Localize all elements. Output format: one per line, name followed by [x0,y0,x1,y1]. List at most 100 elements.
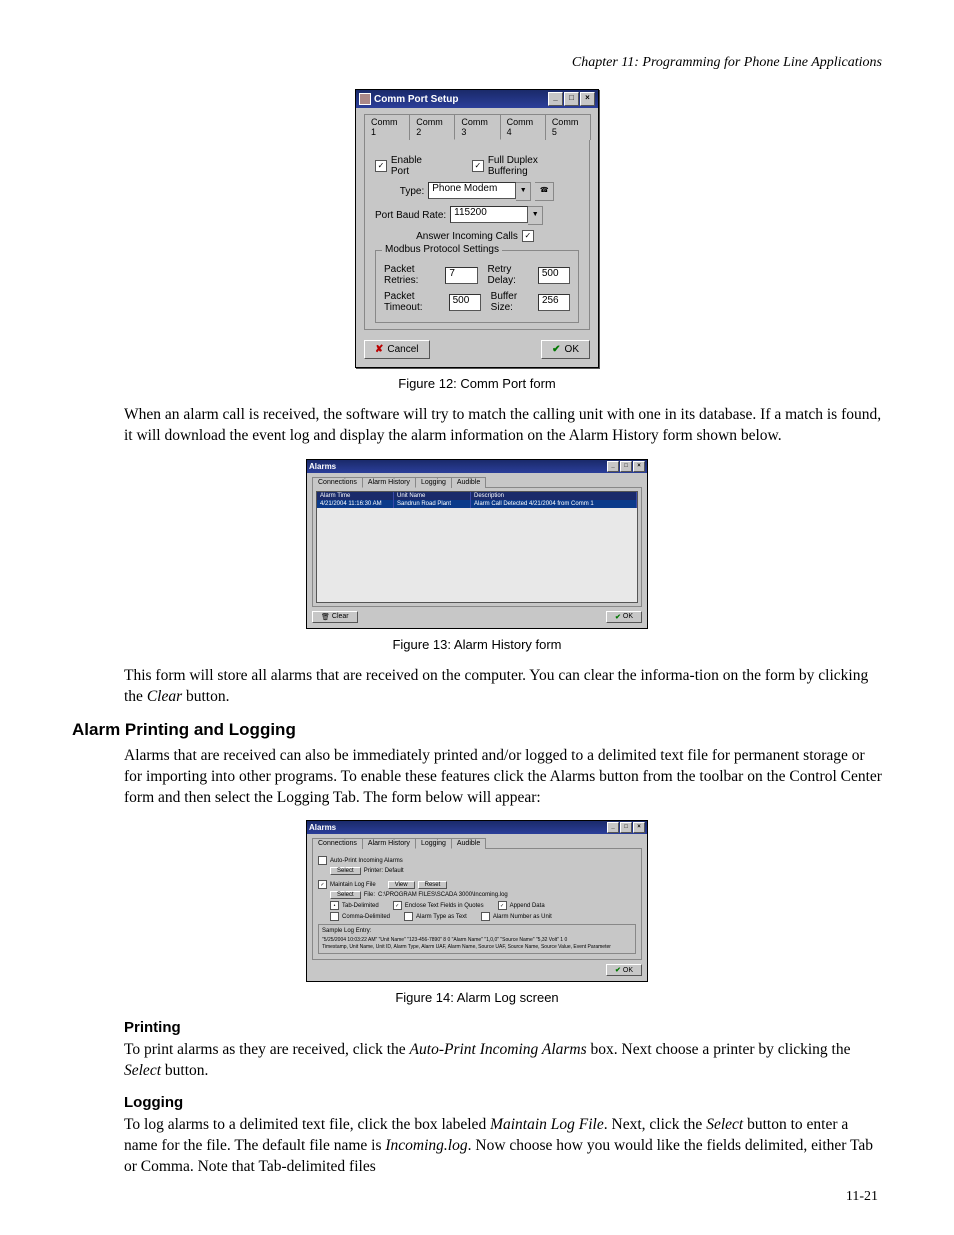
comm-tabs: Comm 1 Comm 2 Comm 3 Comm 4 Comm 5 [364,114,590,140]
alarm-history-grid[interactable]: Alarm Time Unit Name Description 4/21/20… [316,491,638,603]
baud-select[interactable]: 115200 [450,206,528,223]
paragraph-2: This form will store all alarms that are… [124,666,882,708]
enable-port-label: Enable Port [391,155,442,177]
clear-button[interactable]: 🗑Clear [312,611,358,623]
table-row[interactable]: 4/21/2004 11:16:30 AM Sandrun Road Plant… [317,500,637,508]
col-unit-name: Unit Name [394,492,471,500]
dialog-titlebar: Comm Port Setup _ □ × [356,90,598,108]
reset-button[interactable]: Reset [418,881,448,889]
tab-connections[interactable]: Connections [312,838,363,849]
file-label: File: [364,892,375,898]
buffer-size-label: Buffer Size: [491,291,535,313]
select-file-button[interactable]: Select [330,891,361,899]
maintain-log-checkbox[interactable]: ✓ [318,880,327,889]
figure-14-caption: Figure 14: Alarm Log screen [72,990,882,1005]
tab-comm3[interactable]: Comm 3 [454,114,500,140]
tab-logging[interactable]: Logging [415,477,452,488]
close-icon[interactable]: × [580,92,595,106]
alarm-history-dialog: Alarms _ □ × Connections Alarm History L… [306,459,648,629]
answer-calls-checkbox[interactable]: ✓ [522,230,534,242]
retry-delay-label: Retry Delay: [488,264,535,286]
alarm-logging-dialog: Alarms _ □ × Connections Alarm History L… [306,820,648,982]
figure-13-caption: Figure 13: Alarm History form [72,637,882,652]
paragraph-4: To print alarms as they are received, cl… [124,1040,882,1082]
tab-logging[interactable]: Logging [415,838,452,849]
app-icon [359,93,371,105]
view-button[interactable]: View [388,881,415,889]
tab-comm2[interactable]: Comm 2 [409,114,455,140]
comma-delimited-radio[interactable] [330,912,339,921]
alarm-type-text-label: Alarm Type as Text [416,914,467,920]
heading-logging: Logging [124,1094,882,1111]
enclose-quotes-checkbox[interactable]: ✓ [393,901,402,910]
sample-line-2: Timestamp, Unit Name, Unit ID, Alarm Typ… [322,944,632,951]
modbus-group: Modbus Protocol Settings Packet Retries:… [375,250,579,323]
modem-config-icon[interactable]: ☎ [535,182,554,201]
maximize-icon[interactable]: □ [564,92,579,106]
alarm-type-text-checkbox[interactable] [404,912,413,921]
enclose-label: Enclose Text Fields in Quotes [405,903,484,909]
ok-label: OK [565,344,579,355]
type-select[interactable]: Phone Modem [428,182,516,199]
close-icon[interactable]: × [633,461,645,472]
modbus-group-title: Modbus Protocol Settings [382,244,502,255]
packet-timeout-label: Packet Timeout: [384,291,446,313]
chevron-down-icon[interactable]: ▼ [516,182,531,201]
comma-delimited-label: Comma-Delimited [342,914,390,920]
ok-label: OK [623,967,633,974]
tab-connections[interactable]: Connections [312,477,363,488]
append-label: Append Data [510,903,545,909]
cell-desc: Alarm Call Detected 4/21/2004 from Comm … [471,500,637,508]
ok-button[interactable]: ✔OK [541,340,590,359]
tab-comm5[interactable]: Comm 5 [545,114,591,140]
alarm-num-unit-checkbox[interactable] [481,912,490,921]
maintain-log-label: Maintain Log File [330,882,376,888]
paragraph-5: To log alarms to a delimited text file, … [124,1115,882,1178]
figure-12-caption: Figure 12: Comm Port form [72,376,882,391]
page-number: 11-21 [846,1189,878,1205]
x-icon: ✘ [375,344,383,355]
tab-comm4[interactable]: Comm 4 [500,114,546,140]
auto-print-checkbox[interactable] [318,856,327,865]
ok-button[interactable]: ✔OK [606,964,642,976]
packet-retries-input[interactable]: 7 [445,267,477,284]
minimize-icon[interactable]: _ [607,822,619,833]
enable-port-checkbox[interactable]: ✓ [375,160,387,172]
printer-label: Printer: Default [364,868,404,874]
alarm-logging-title: Alarms [309,823,336,832]
cell-time: 4/21/2004 11:16:30 AM [317,500,394,508]
ok-button[interactable]: ✔OK [606,611,642,623]
minimize-icon[interactable]: _ [607,461,619,472]
full-duplex-label: Full Duplex Buffering [488,155,579,177]
ok-label: OK [623,613,633,620]
maximize-icon[interactable]: □ [620,822,632,833]
paragraph-3: Alarms that are received can also be imm… [124,746,882,809]
tab-alarm-history[interactable]: Alarm History [362,477,416,488]
select-printer-button[interactable]: Select [330,867,361,875]
maximize-icon[interactable]: □ [620,461,632,472]
retry-delay-input[interactable]: 500 [538,267,570,284]
answer-calls-label: Answer Incoming Calls [416,231,518,242]
heading-alarm-printing-logging: Alarm Printing and Logging [72,720,882,740]
tab-audible[interactable]: Audible [451,477,486,488]
chevron-down-icon[interactable]: ▼ [528,206,543,225]
heading-printing: Printing [124,1019,882,1036]
buffer-size-input[interactable]: 256 [538,294,570,311]
col-alarm-time: Alarm Time [317,492,394,500]
paragraph-1: When an alarm call is received, the soft… [124,405,882,447]
tab-comm1[interactable]: Comm 1 [364,114,410,140]
dialog-title: Comm Port Setup [374,94,458,105]
append-data-checkbox[interactable]: ✓ [498,901,507,910]
type-label: Type: [400,186,424,197]
close-icon[interactable]: × [633,822,645,833]
cancel-button[interactable]: ✘Cancel [364,340,430,359]
tab-audible[interactable]: Audible [451,838,486,849]
minimize-icon[interactable]: _ [548,92,563,106]
tab-alarm-history[interactable]: Alarm History [362,838,416,849]
cell-unit: Sandrun Road Plant [394,500,471,508]
baud-label: Port Baud Rate: [375,210,446,221]
packet-timeout-input[interactable]: 500 [449,294,481,311]
full-duplex-checkbox[interactable]: ✓ [472,160,484,172]
clear-label: Clear [332,613,349,620]
tab-delimited-radio[interactable]: • [330,901,339,910]
